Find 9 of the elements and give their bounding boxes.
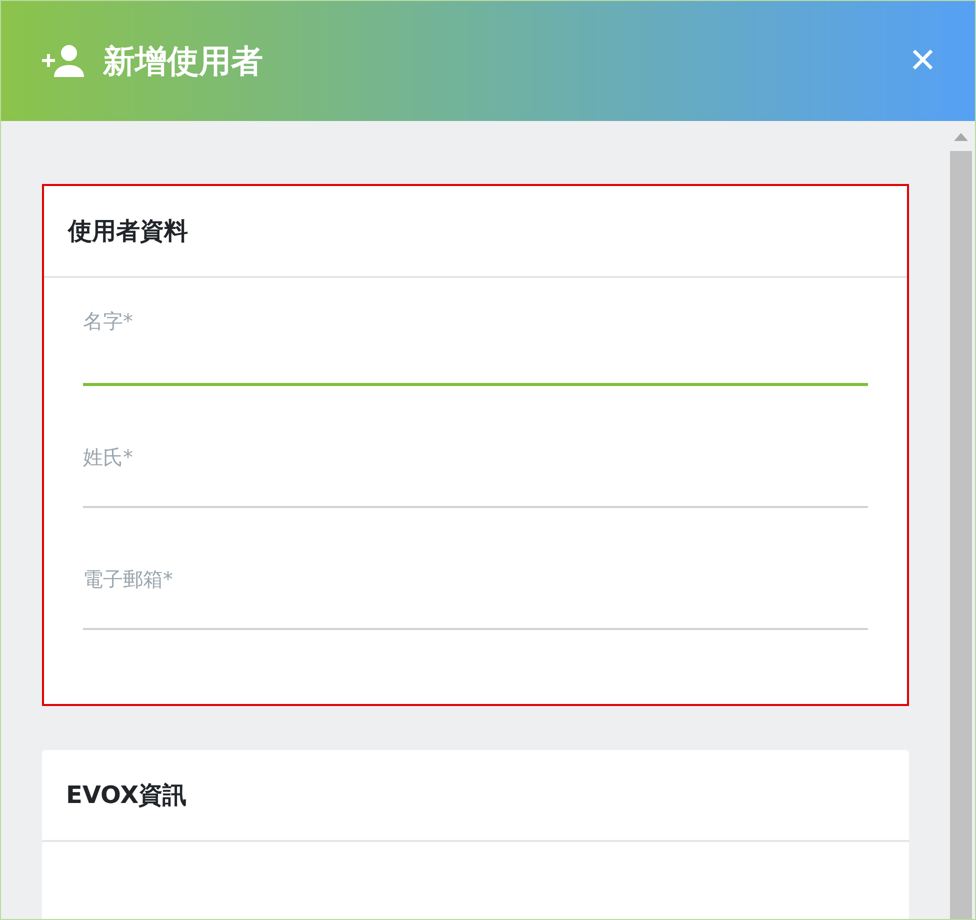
field-label: 名字* — [83, 308, 133, 335]
add-user-icon — [41, 44, 87, 78]
section-title: 使用者資料 — [68, 216, 188, 247]
section-title: EVOX資訊 — [66, 780, 187, 811]
field-label: 電子郵箱* — [83, 566, 173, 593]
scroll-up-icon[interactable] — [954, 133, 968, 141]
dialog-title: 新增使用者 — [103, 41, 263, 82]
close-button[interactable]: ✕ — [908, 44, 937, 78]
field-label: 姓氏* — [83, 444, 133, 471]
